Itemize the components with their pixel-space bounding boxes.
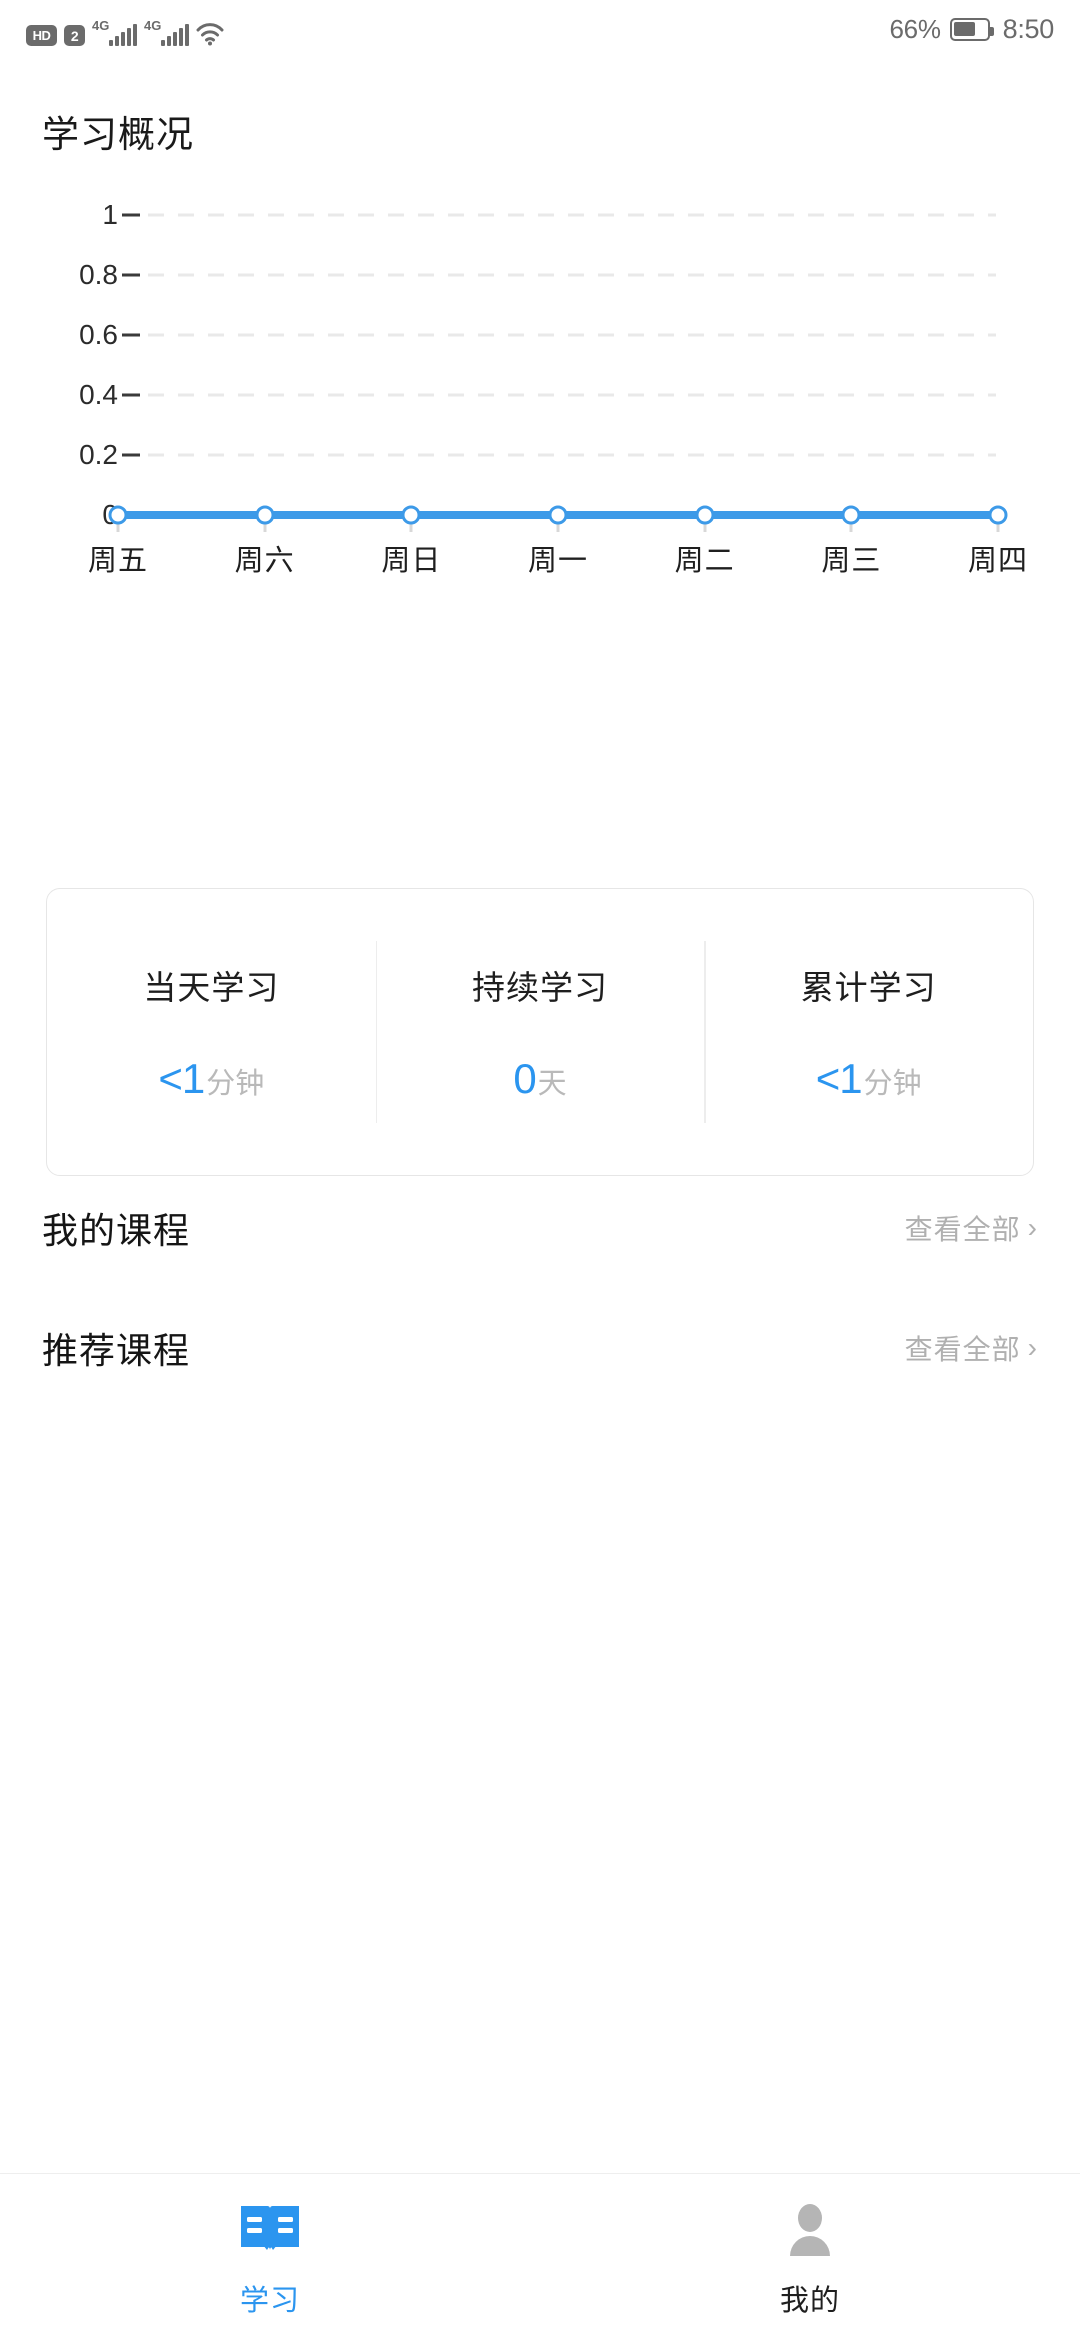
sim-badge-icon: 2: [64, 25, 85, 46]
study-overview-chart: 10.80.60.40.20周五周六周日周一周二周三周四: [0, 185, 1080, 795]
chart-data-point[interactable]: [695, 505, 715, 525]
stat-label: 当天学习: [143, 969, 280, 1006]
nav-item-study[interactable]: 学习: [0, 2174, 540, 2340]
chart-gridline: [148, 213, 996, 217]
chart-y-tick-mark: [122, 453, 140, 457]
chart-data-point[interactable]: [988, 505, 1008, 525]
hd-icon: HD: [26, 25, 57, 46]
chart-gridline: [148, 453, 996, 457]
stat-value: <1 分钟: [816, 1055, 922, 1103]
nav-label-study: 学习: [239, 2285, 300, 2317]
view-all-recommended-courses-button[interactable]: 查看全部 ›: [905, 1328, 1038, 1368]
section-recommended-courses[interactable]: 推荐课程 查看全部 ›: [0, 1302, 1080, 1394]
chart-y-tick-mark: [122, 273, 140, 277]
stat-unit: 天: [537, 1068, 567, 1100]
chart-data-point[interactable]: [548, 505, 568, 525]
status-bar-right: 66% 8:50: [890, 14, 1055, 45]
app-screen: HD 2 4G 4G 66% 8:50 学习概况 1 0.8 0.6 0.4 0…: [0, 0, 1080, 2340]
chart-x-tick-label: 周日: [381, 545, 442, 577]
chart-y-tick-label: 0.6: [79, 319, 118, 350]
stat-label: 持续学习: [472, 969, 608, 1006]
chart-x-tick-label: 周二: [674, 545, 735, 577]
chart-y-tick-label: 1: [102, 199, 118, 230]
chart-data-point[interactable]: [108, 505, 128, 525]
chart-y-tick-label: 0.2: [79, 439, 118, 470]
stat-unit: 分钟: [206, 1068, 265, 1100]
stat-value: <1 分钟: [158, 1055, 264, 1103]
section-title: 我的课程: [42, 1210, 191, 1251]
section-title: 推荐课程: [42, 1330, 191, 1371]
chart-plot-area: 10.80.60.40.20周五周六周日周一周二周三周四: [0, 185, 1080, 795]
signal-strength-1-icon: 4G: [92, 18, 137, 46]
wifi-icon: [196, 22, 224, 46]
stat-number: <1: [158, 1055, 205, 1102]
chart-data-point[interactable]: [255, 505, 275, 525]
bottom-navigation-bar: 学习 我的: [0, 2174, 1080, 2340]
chart-y-tick-mark: [122, 393, 140, 397]
chart-data-point[interactable]: [401, 505, 421, 525]
chart-x-tick-label: 周一: [527, 545, 589, 577]
book-icon: [234, 2201, 306, 2261]
network-type-1-label: 4G: [92, 18, 110, 33]
chart-data-point[interactable]: [841, 505, 861, 525]
chart-x-tick-label: 周三: [821, 545, 882, 577]
status-bar-left: HD 2 4G 4G: [26, 12, 224, 46]
chart-gridline: [148, 393, 996, 397]
chart-y-tick-label: 0.8: [79, 259, 118, 290]
stat-label: 累计学习: [800, 969, 937, 1006]
chart-y-tick-mark: [122, 333, 140, 337]
chart-x-tick-label: 周五: [87, 545, 149, 577]
nav-item-profile[interactable]: 我的: [540, 2174, 1080, 2340]
chart-gridline: [148, 273, 996, 277]
stat-today: 当天学习 <1 分钟: [47, 889, 376, 1175]
view-all-label: 查看全部: [904, 1334, 1021, 1365]
network-type-2-label: 4G: [144, 18, 162, 33]
chart-gridline: [148, 333, 996, 337]
battery-percent-label: 66%: [889, 13, 941, 44]
chart-y-tick-label: 0.4: [79, 379, 118, 410]
study-stats-card: 当天学习 <1 分钟 持续学习 0 天 累计学习 <1 分钟: [46, 888, 1034, 1176]
status-bar: HD 2 4G 4G 66% 8:50: [0, 0, 1080, 58]
stat-value: 0 天: [513, 1055, 566, 1103]
stat-number: <1: [815, 1055, 863, 1102]
chart-x-tick-label: 周四: [967, 545, 1029, 577]
clock-label: 8:50: [1002, 13, 1055, 44]
view-all-label: 查看全部: [904, 1214, 1021, 1245]
chart-x-tick-label: 周六: [234, 545, 295, 577]
section-my-courses[interactable]: 我的课程 查看全部 ›: [0, 1182, 1080, 1274]
chart-y-tick-mark: [122, 213, 140, 217]
page-title: 学习概况: [42, 114, 194, 155]
signal-strength-2-icon: 4G: [144, 18, 189, 46]
battery-icon: [949, 17, 994, 41]
view-all-my-courses-button[interactable]: 查看全部 ›: [905, 1208, 1038, 1248]
stat-streak: 持续学习 0 天: [375, 889, 705, 1175]
stat-unit: 分钟: [863, 1068, 922, 1100]
nav-label-profile: 我的: [779, 2285, 840, 2317]
stat-total: 累计学习 <1 分钟: [704, 889, 1033, 1175]
chevron-right-icon: ›: [1027, 1332, 1038, 1363]
stat-number: 0: [513, 1055, 536, 1102]
person-icon: [774, 2201, 846, 2261]
chevron-right-icon: ›: [1027, 1212, 1038, 1243]
